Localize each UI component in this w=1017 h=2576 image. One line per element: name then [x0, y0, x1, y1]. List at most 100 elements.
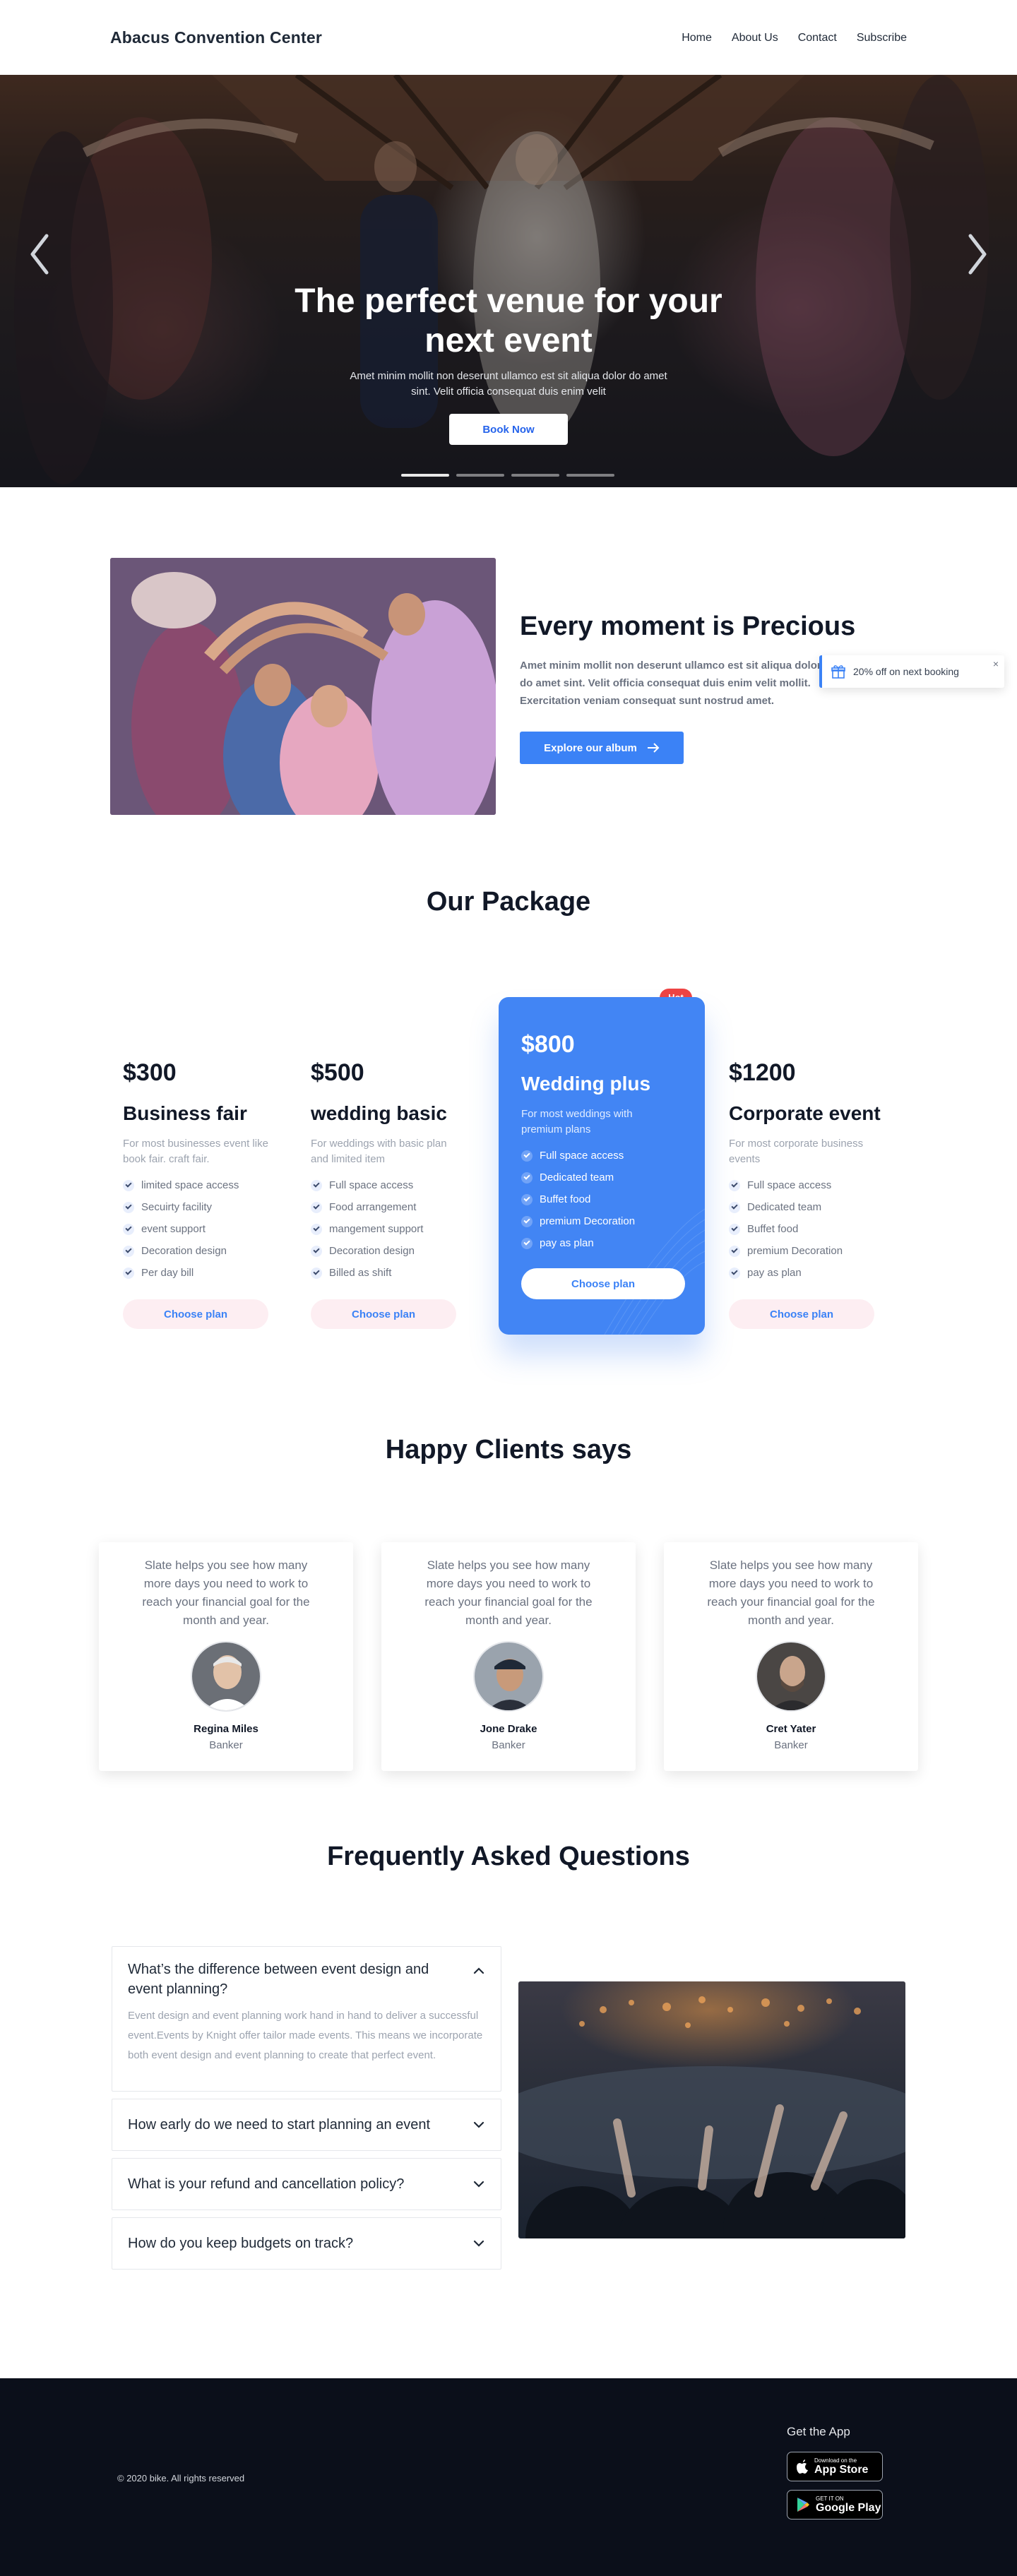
check-icon: [123, 1267, 134, 1279]
apple-icon: [797, 2459, 808, 2474]
plan-description: For most corporate business events: [729, 1138, 864, 1165]
google-play-icon: [797, 2498, 809, 2512]
site-footer: © 2020 bike. All rights reserved Get the…: [0, 2378, 1017, 2576]
testimonial-card: Slate helps you see how many more days y…: [381, 1542, 636, 1771]
feature-item: Decoration design: [311, 1240, 459, 1262]
check-icon: [123, 1201, 134, 1213]
feature-label: pay as plan: [540, 1237, 594, 1249]
chevron-down-icon: [473, 2121, 484, 2128]
google-play-badge[interactable]: GET IT ON Google Play: [787, 2490, 883, 2520]
testimonials-title: Happy Clients says: [385, 1435, 632, 1465]
faq-item[interactable]: How do you keep budgets on track?: [112, 2217, 501, 2270]
brand-logo[interactable]: Abacus Convention Center: [110, 28, 322, 47]
plan-name: wedding basic: [311, 1102, 447, 1124]
choose-plan-button[interactable]: Choose plan: [521, 1268, 685, 1299]
precious-title: Every moment is Precious: [520, 612, 856, 641]
feature-item: Dedicated team: [521, 1167, 682, 1188]
feature-label: limited space access: [141, 1179, 239, 1191]
check-icon: [521, 1193, 533, 1205]
explore-album-label: Explore our album: [544, 741, 637, 754]
feature-label: Billed as shift: [329, 1267, 392, 1279]
feature-item: Per day bill: [123, 1262, 271, 1284]
check-icon: [729, 1223, 740, 1235]
hero-carousel: The perfect venue for your next event Am…: [0, 75, 1017, 487]
feature-item: Billed as shift: [311, 1262, 459, 1284]
faq-item[interactable]: What is your refund and cancellation pol…: [112, 2158, 501, 2210]
arrow-right-icon: [647, 743, 660, 753]
client-name: Regina Miles: [194, 1723, 258, 1735]
chevron-left-icon: [30, 234, 49, 275]
carousel-dot[interactable]: [401, 474, 449, 477]
get-app-label: Get the App: [787, 2425, 850, 2438]
feature-label: Decoration design: [329, 1245, 415, 1257]
carousel-indicators: [401, 474, 614, 477]
avatar: [473, 1641, 544, 1712]
plan-card-wedding-plus: $800 Wedding plus For most weddings with…: [499, 997, 705, 1335]
google-play-small: GET IT ON: [816, 2495, 844, 2502]
hero-subtitle: Amet minim mollit non deserunt ullamco e…: [350, 370, 667, 398]
feature-label: Food arrangement: [329, 1201, 417, 1213]
feature-label: premium Decoration: [540, 1215, 636, 1227]
site-header: Abacus Convention Center Home About Us C…: [0, 0, 1017, 75]
avatar: [191, 1641, 261, 1712]
plan-card-business-fair: $300 Business fair For most businesses e…: [123, 1059, 271, 1329]
feature-label: Decoration design: [141, 1245, 227, 1257]
feature-item: pay as plan: [521, 1232, 682, 1254]
faq-question: What’s the difference between event desi…: [128, 1962, 429, 1997]
feature-item: Full space access: [729, 1174, 881, 1196]
carousel-dot[interactable]: [566, 474, 614, 477]
testimonial-quote: Slate helps you see how many more days y…: [424, 1558, 593, 1627]
feature-item: Full space access: [521, 1145, 682, 1167]
explore-album-button[interactable]: Explore our album: [520, 732, 684, 764]
faq-question: How do you keep budgets on track?: [128, 2236, 354, 2251]
feature-label: pay as plan: [747, 1267, 802, 1279]
hero-title: The perfect venue for your next event: [295, 282, 722, 359]
choose-plan-button[interactable]: Choose plan: [123, 1299, 268, 1329]
check-icon: [521, 1150, 533, 1162]
plan-features: limited space access Secuirty facility e…: [123, 1174, 271, 1284]
nav-about-us[interactable]: About Us: [732, 32, 778, 44]
check-icon: [123, 1179, 134, 1191]
carousel-dot[interactable]: [456, 474, 504, 477]
check-icon: [311, 1267, 322, 1279]
faq-item-open[interactable]: What’s the difference between event desi…: [112, 1946, 501, 2092]
app-store-big: App Store: [814, 2463, 869, 2476]
choose-plan-button[interactable]: Choose plan: [311, 1299, 456, 1329]
feature-label: Buffet food: [747, 1223, 799, 1235]
packages-title: Our Package: [426, 887, 591, 917]
app-store-badge[interactable]: Download on the App Store: [787, 2452, 883, 2481]
nav-home[interactable]: Home: [682, 32, 712, 44]
plan-price: $800: [521, 1031, 575, 1058]
carousel-dot[interactable]: [511, 474, 559, 477]
faq-question: What is your refund and cancellation pol…: [128, 2176, 405, 2192]
feature-label: Dedicated team: [747, 1201, 822, 1213]
promo-toast[interactable]: 20% off on next booking ×: [819, 655, 1004, 688]
nav-contact[interactable]: Contact: [798, 32, 837, 44]
faq-item[interactable]: How early do we need to start planning a…: [112, 2099, 501, 2151]
chevron-right-icon: [968, 234, 987, 275]
chevron-down-icon: [473, 2181, 484, 2188]
feature-item: Dedicated team: [729, 1196, 881, 1218]
check-icon: [729, 1245, 740, 1257]
feature-item: Decoration design: [123, 1240, 271, 1262]
feature-item: event support: [123, 1218, 271, 1240]
choose-plan-button[interactable]: Choose plan: [729, 1299, 874, 1329]
feature-item: Secuirty facility: [123, 1196, 271, 1218]
feature-item: Food arrangement: [311, 1196, 459, 1218]
nav-subscribe[interactable]: Subscribe: [857, 32, 907, 44]
avatar: [756, 1641, 826, 1712]
feature-item: premium Decoration: [729, 1240, 881, 1262]
close-icon[interactable]: ×: [993, 658, 999, 669]
faq-title: Frequently Asked Questions: [327, 1842, 690, 1871]
client-name: Jone Drake: [480, 1723, 537, 1735]
check-icon: [521, 1215, 533, 1227]
book-now-button[interactable]: Book Now: [449, 414, 568, 445]
main-nav: Home About Us Contact Subscribe: [682, 32, 907, 44]
testimonial-card: Slate helps you see how many more days y…: [99, 1542, 353, 1771]
plan-name: Wedding plus: [521, 1073, 651, 1095]
check-icon: [311, 1179, 322, 1191]
feature-label: Secuirty facility: [141, 1201, 213, 1213]
hero-next-arrow[interactable]: [963, 227, 992, 281]
hero-prev-arrow[interactable]: [25, 227, 54, 281]
wedding-celebration-image: [110, 558, 496, 815]
